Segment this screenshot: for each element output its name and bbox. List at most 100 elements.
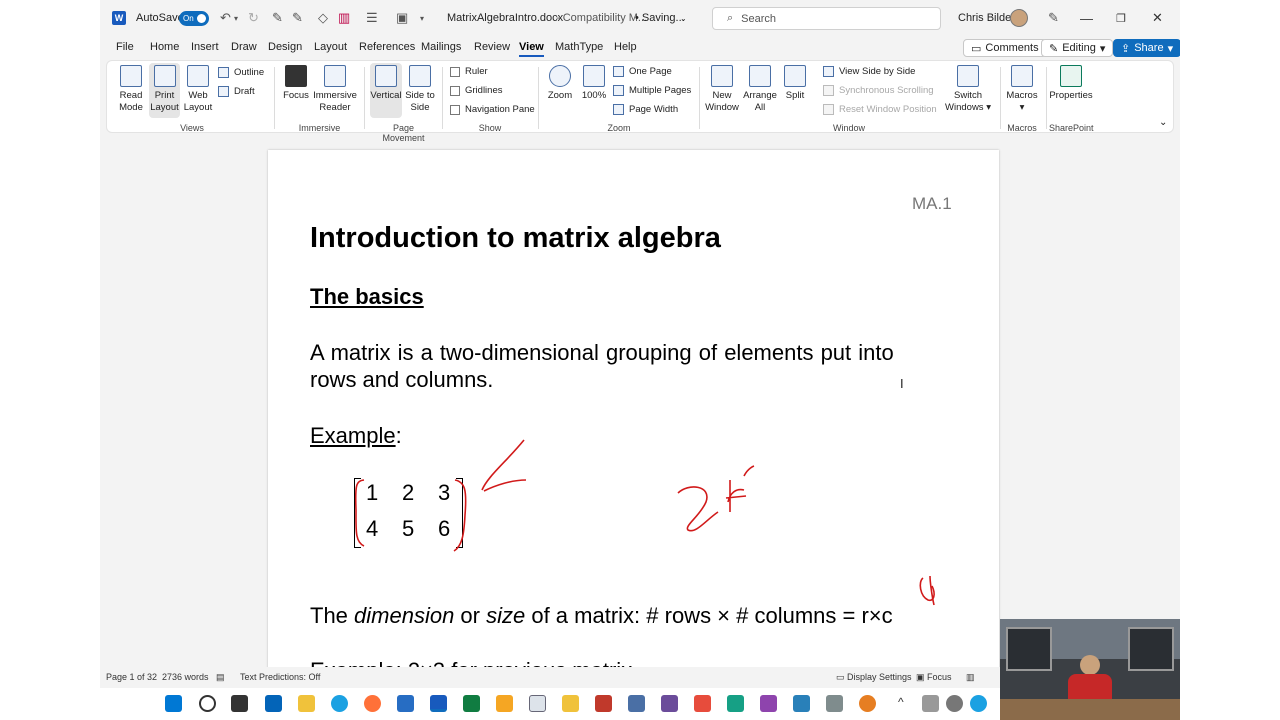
page-width-button[interactable]: Page Width (613, 104, 678, 115)
app-icon[interactable] (694, 695, 711, 712)
tab-references[interactable]: References (359, 41, 415, 53)
columns-icon[interactable]: ▥ (338, 0, 350, 36)
side-to-side-button[interactable]: Side to Side (405, 65, 435, 114)
tab-mailings[interactable]: Mailings (421, 41, 461, 53)
undo-icon[interactable]: ↶ (220, 0, 231, 36)
editor-icon[interactable] (529, 695, 546, 712)
eraser-icon[interactable]: ◇ (318, 0, 328, 36)
collapse-ribbon-icon[interactable]: ⌄ (1159, 117, 1167, 128)
tab-help[interactable]: Help (614, 41, 637, 53)
webcam-monitor (1006, 627, 1052, 671)
outlook-icon[interactable] (265, 695, 282, 712)
multiple-pages-button[interactable]: Multiple Pages (613, 85, 691, 96)
macros-button[interactable]: Macros ▾ (1006, 65, 1038, 114)
snipping-tool-icon[interactable] (793, 695, 810, 712)
tray-icon[interactable] (970, 695, 987, 712)
search-icon[interactable] (199, 695, 216, 712)
word-window: W AutoSave On ↶ ▾ ↻ ✎ ✎ ◇ ▥ ☰ ▣ ▾ Matrix… (100, 0, 1180, 688)
tab-file[interactable]: File (116, 41, 134, 53)
arrange-all-button[interactable]: Arrange All (743, 65, 777, 114)
user-name[interactable]: Chris Bilder (958, 0, 1015, 36)
gridlines-checkbox[interactable]: Gridlines (450, 85, 503, 96)
app-icon[interactable] (496, 695, 513, 712)
tab-view[interactable]: View (519, 41, 544, 57)
save-icon[interactable]: ▣ (396, 0, 408, 36)
r-icon[interactable] (397, 695, 414, 712)
read-mode-view-icon[interactable]: ▥ (966, 672, 975, 683)
highlighter-icon[interactable]: ✎ (292, 0, 303, 36)
draft-button[interactable]: Draft (218, 86, 255, 97)
web-layout-button[interactable]: Web Layout (183, 65, 213, 114)
start-icon[interactable] (165, 695, 182, 712)
text-predictions[interactable]: Text Predictions: Off (240, 672, 320, 682)
zoom-button[interactable]: Zoom (546, 65, 574, 102)
share-icon: ⇪ (1121, 42, 1131, 55)
new-window-button[interactable]: New Window (705, 65, 739, 114)
proofing-icon[interactable]: ▤ (216, 672, 225, 683)
file-explorer-icon[interactable] (298, 695, 315, 712)
app-icon[interactable] (760, 695, 777, 712)
pen-icon[interactable]: ✎ (272, 0, 283, 36)
customize-qat-icon[interactable]: ▾ (420, 0, 424, 36)
search-box[interactable]: ⌕ Search (712, 7, 941, 30)
word-count[interactable]: 2736 words (162, 672, 209, 682)
print-layout-button[interactable]: Print Layout (149, 63, 180, 118)
folder-icon[interactable] (562, 695, 579, 712)
edge-icon[interactable] (331, 695, 348, 712)
app-icon[interactable] (661, 695, 678, 712)
read-mode-button[interactable]: Read Mode (115, 65, 147, 114)
outline-button[interactable]: Outline (218, 67, 264, 78)
view-side-by-side-button[interactable]: View Side by Side (823, 66, 915, 77)
tab-layout[interactable]: Layout (314, 41, 347, 53)
firefox-icon[interactable] (364, 695, 381, 712)
pen-sync-icon[interactable]: ✎ (1048, 0, 1059, 36)
acrobat-icon[interactable] (595, 695, 612, 712)
document-title[interactable]: MatrixAlgebraIntro.docx (447, 0, 563, 36)
page-count[interactable]: Page 1 of 32 (106, 672, 157, 682)
app-icon[interactable] (826, 695, 843, 712)
ruler-checkbox[interactable]: Ruler (450, 66, 488, 77)
restore-button[interactable]: ❐ (1116, 0, 1136, 36)
chevron-down-icon[interactable]: ⌄ (680, 0, 687, 36)
synchronous-scrolling-button[interactable]: Synchronous Scrolling (823, 85, 934, 96)
properties-button[interactable]: Properties (1049, 65, 1093, 102)
task-view-icon[interactable] (231, 695, 248, 712)
word-taskbar-icon[interactable] (430, 695, 447, 712)
navigation-pane-checkbox[interactable]: Navigation Pane (450, 104, 535, 115)
tab-draw[interactable]: Draw (231, 41, 257, 53)
tab-insert[interactable]: Insert (191, 41, 219, 53)
tray-chevron-icon[interactable]: ^ (898, 695, 915, 712)
focus-button[interactable]: Focus (283, 65, 309, 102)
share-button[interactable]: ⇪ Share ▾ (1113, 39, 1180, 57)
align-icon[interactable]: ☰ (366, 0, 378, 36)
app-icon[interactable] (727, 695, 744, 712)
onedrive-icon[interactable] (946, 695, 963, 712)
split-button[interactable]: Split (781, 65, 809, 102)
app-icon[interactable] (628, 695, 645, 712)
tab-home[interactable]: Home (150, 41, 179, 53)
editing-button[interactable]: ✎ Editing ▾ (1041, 39, 1114, 57)
autosave-toggle[interactable]: On (179, 0, 209, 36)
zoom-100-button[interactable]: 100% (581, 65, 607, 102)
document-page[interactable]: MA.1 Introduction to matrix algebra The … (268, 150, 999, 683)
avatar[interactable] (1010, 0, 1028, 36)
tab-mathtype[interactable]: MathType (555, 41, 603, 53)
ribbon: Read Mode Print Layout Web Layout Outlin… (106, 60, 1174, 143)
close-button[interactable]: ✕ (1152, 0, 1172, 36)
reset-window-position-button[interactable]: Reset Window Position (823, 104, 937, 115)
switch-windows-button[interactable]: Switch Windows ▾ (945, 65, 991, 114)
undo-dropdown-icon[interactable]: ▾ (234, 0, 238, 36)
excel-icon[interactable] (463, 695, 480, 712)
tray-icon[interactable] (922, 695, 939, 712)
comments-button[interactable]: ▭ Comments (963, 39, 1047, 57)
minimize-button[interactable]: — (1080, 0, 1100, 36)
vertical-button[interactable]: Vertical (370, 63, 402, 118)
immersive-reader-button[interactable]: Immersive Reader (313, 65, 357, 114)
one-page-button[interactable]: One Page (613, 66, 672, 77)
tab-design[interactable]: Design (268, 41, 302, 53)
redo-icon[interactable]: ↻ (248, 0, 259, 36)
focus-button[interactable]: ▣ Focus (916, 672, 952, 683)
display-settings-button[interactable]: ▭ Display Settings (836, 672, 912, 683)
tab-review[interactable]: Review (474, 41, 510, 53)
app-icon[interactable] (859, 695, 876, 712)
